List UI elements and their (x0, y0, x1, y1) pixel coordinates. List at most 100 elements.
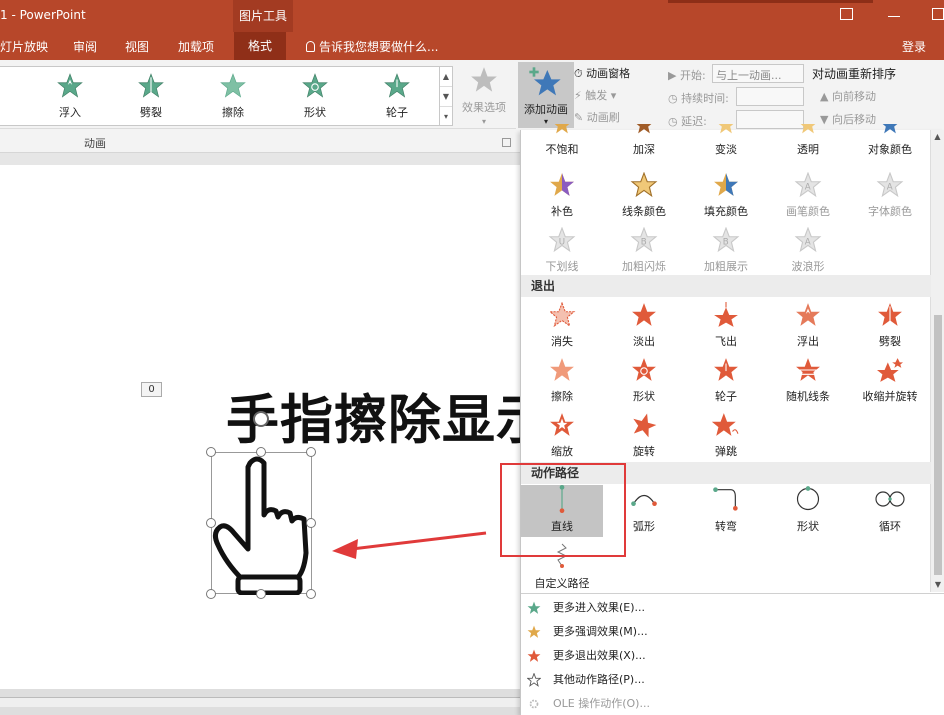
gallery-item-shape[interactable]: 形状 (285, 73, 345, 120)
gear-icon (529, 699, 539, 709)
window-title: 1 - PowerPoint (0, 8, 86, 22)
duration-input[interactable] (736, 87, 804, 106)
animation-order-tag[interactable]: 0 (141, 382, 162, 397)
star-icon (384, 73, 410, 98)
effect-darken[interactable]: 加深 (603, 115, 685, 157)
effect-object-color[interactable]: 对象颜色 (849, 115, 931, 157)
maximize-icon[interactable] (932, 8, 944, 20)
context-tab-picture-tools: 图片工具 (233, 0, 293, 32)
highlight-box-motion-paths (500, 463, 626, 557)
animation-pane-button[interactable]: ⏱ 动画窗格 (574, 66, 660, 88)
effect-brush-color[interactable]: A 画笔颜色 (767, 171, 849, 219)
tab-format[interactable]: 格式 (234, 32, 287, 60)
more-exit-effects[interactable]: 更多退出效果(X)... (521, 644, 931, 668)
minimize-icon[interactable] (888, 16, 900, 17)
star-icon (632, 358, 656, 381)
tab-slideshow[interactable]: 灯片放映 (0, 38, 48, 55)
effect-exit-spin[interactable]: 旋转 (603, 412, 685, 459)
effect-exit-bounce[interactable]: 弹跳 (685, 412, 767, 459)
effect-bold-reveal[interactable]: B 加粗展示 (685, 226, 767, 274)
ole-action-verbs[interactable]: OLE 操作动作(O)... (521, 692, 931, 715)
star-icon (796, 303, 820, 326)
more-entrance-effects[interactable]: 更多进入效果(E)... (521, 596, 931, 620)
effect-underline[interactable]: U 下划线 (521, 226, 603, 274)
scroll-up-icon[interactable]: ▲ (931, 130, 944, 144)
effect-exit-wheel[interactable]: 轮子 (685, 357, 767, 404)
horizontal-scrollbar[interactable] (0, 689, 520, 715)
start-label: ▶ 开始: (668, 69, 706, 82)
effect-exit-split[interactable]: 劈裂 (849, 302, 931, 349)
rotate-handle-icon[interactable] (253, 411, 269, 427)
star-icon: U (548, 226, 576, 253)
effect-exit-zoom[interactable]: 缩放 (521, 412, 603, 459)
effect-exit-wipe[interactable]: 擦除 (521, 357, 603, 404)
effect-exit-shrink-turn[interactable]: 收缩并旋转 (849, 357, 931, 404)
effect-transparency[interactable]: 透明 (767, 115, 849, 157)
path-shape[interactable]: 形状 (767, 485, 849, 534)
selected-picture[interactable] (211, 452, 312, 596)
effect-fill-color[interactable]: 填充颜色 (685, 172, 767, 219)
tab-addins[interactable]: 加载项 (178, 38, 214, 55)
resize-handle[interactable] (306, 447, 316, 457)
dropdown-scrollbar[interactable]: ▲ ▼ (930, 130, 944, 592)
star-icon: A (794, 171, 822, 198)
dialog-launcher-icon[interactable] (502, 138, 511, 147)
more-emphasis-effects[interactable]: 更多强调效果(M)... (521, 620, 931, 644)
arc-path-icon (631, 494, 657, 506)
star-icon (302, 73, 328, 98)
effect-lighten[interactable]: 变淡 (685, 115, 767, 157)
effect-bold-flash[interactable]: B 加粗闪烁 (603, 226, 685, 274)
effect-exit-random-bars[interactable]: 随机线条 (767, 357, 849, 404)
resize-handle[interactable] (206, 447, 216, 457)
effect-options-button[interactable]: 效果选项 ▾ (456, 66, 512, 126)
gallery-item-wipe[interactable]: 擦除 (203, 73, 263, 120)
effect-exit-shape[interactable]: 形状 (603, 357, 685, 404)
ribbon-display-options-icon[interactable] (840, 8, 853, 20)
resize-handle[interactable] (206, 518, 216, 528)
resize-handle[interactable] (306, 518, 316, 528)
gallery-up-icon[interactable]: ▲ (440, 67, 452, 87)
add-animation-dropdown: ▲ ▼ 不饱和 加深 变淡 透明 对象颜色 补色 线条颜色 填充颜色 A 画笔颜色… (520, 115, 944, 715)
effect-exit-fly-out[interactable]: 飞出 (685, 302, 767, 349)
effect-font-color[interactable]: A 字体颜色 (849, 171, 931, 219)
tell-me-search[interactable]: 告诉我您想要做什么... (306, 38, 438, 55)
gallery-scrollbar[interactable]: ▲ ▼ ▾ (439, 66, 453, 126)
scroll-down-icon[interactable]: ▼ (931, 578, 944, 592)
ribbon-tabs: 灯片放映 审阅 视图 加载项 格式 告诉我您想要做什么... 登录 (0, 32, 944, 60)
scroll-thumb[interactable] (934, 315, 942, 575)
svg-text:B: B (723, 237, 729, 247)
resize-handle[interactable] (306, 589, 316, 599)
move-earlier-button[interactable]: ▲ 向前移动 (812, 87, 912, 110)
resize-handle[interactable] (256, 447, 266, 457)
effect-wave[interactable]: A 波浪形 (767, 226, 849, 274)
slide-title-text[interactable]: 手指擦除显示 (226, 378, 526, 454)
gallery-item-split[interactable]: 劈裂 (121, 73, 181, 120)
tab-view[interactable]: 视图 (125, 38, 149, 55)
gallery-down-icon[interactable]: ▼ (440, 87, 452, 107)
resize-handle[interactable] (256, 589, 266, 599)
sign-in-link[interactable]: 登录 (902, 38, 926, 55)
slide-canvas[interactable]: 0 手指擦除显示 (0, 165, 526, 689)
star-icon (138, 73, 164, 98)
path-turn[interactable]: 转弯 (685, 485, 767, 534)
effect-line-color[interactable]: 线条颜色 (603, 171, 685, 219)
effect-exit-disappear[interactable]: 消失 (521, 301, 603, 349)
gallery-more-icon[interactable]: ▾ (440, 107, 452, 127)
add-animation-button[interactable]: 添加动画 ▾ (518, 62, 574, 128)
path-loop[interactable]: 循环 (849, 485, 931, 534)
gallery-item-wheel[interactable]: 轮子 (367, 73, 427, 120)
start-select[interactable]: 与上一动画... (712, 64, 804, 83)
menu-separator (521, 593, 944, 594)
effect-complementary-color[interactable]: 补色 (521, 172, 603, 219)
tab-review[interactable]: 审阅 (73, 38, 97, 55)
more-motion-paths[interactable]: 其他动作路径(P)... (521, 668, 931, 692)
svg-text:A: A (805, 182, 811, 192)
gallery-item-float-in[interactable]: 浮入 (40, 73, 100, 120)
effect-exit-float-out[interactable]: 浮出 (767, 302, 849, 349)
title-bar: 1 - PowerPoint 图片工具 (0, 0, 944, 32)
trigger-button[interactable]: ⚡ 触发 ▾ (574, 88, 660, 110)
effect-exit-fade[interactable]: 淡出 (603, 302, 685, 349)
star-icon (548, 301, 576, 328)
resize-handle[interactable] (206, 589, 216, 599)
effect-desaturate[interactable]: 不饱和 (521, 115, 603, 157)
